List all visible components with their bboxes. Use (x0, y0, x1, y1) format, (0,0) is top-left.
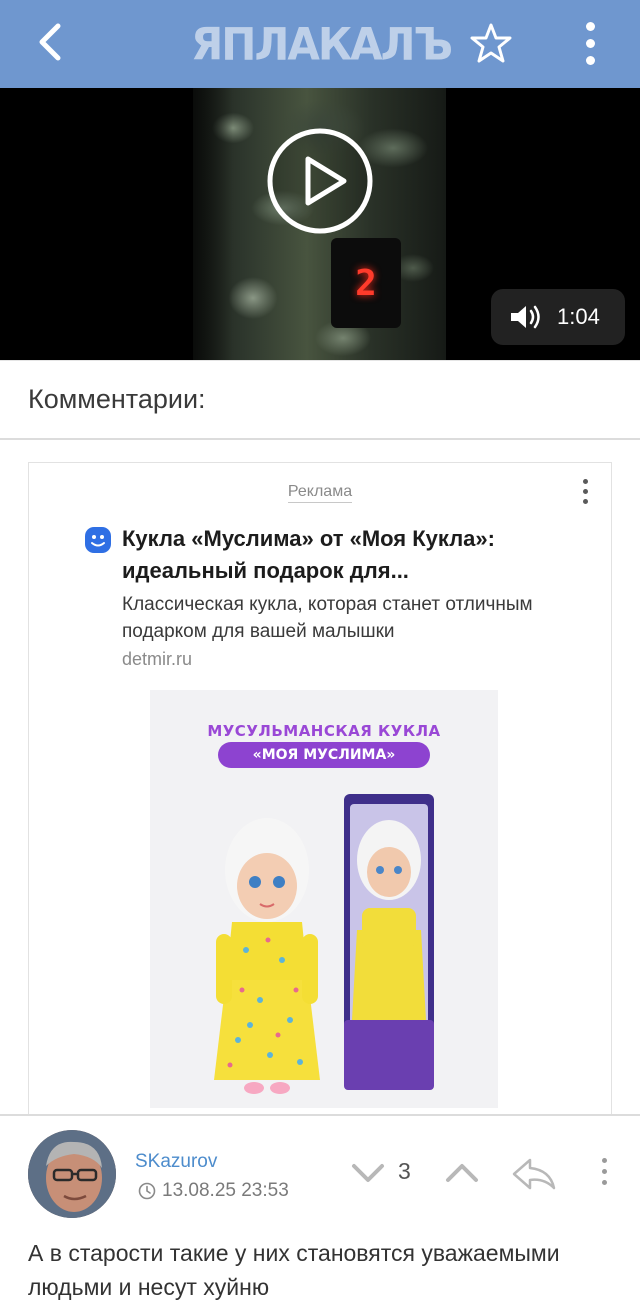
favorite-button[interactable] (462, 14, 520, 72)
play-icon[interactable] (266, 127, 374, 235)
comments-section-header: Комментарии: (0, 360, 640, 440)
comment-date: 13.08.25 23:53 (138, 1180, 289, 1202)
comment-author[interactable]: SKazurov (135, 1151, 217, 1173)
video-player[interactable]: 2 1:04 (0, 88, 640, 360)
top-app-bar: ЯПЛАКАЛЪ (0, 0, 640, 88)
avatar[interactable] (28, 1130, 116, 1218)
advertiser-icon (85, 527, 111, 553)
doll-illustration (214, 794, 434, 1094)
star-icon (470, 23, 512, 63)
comment-menu-button[interactable] (596, 1158, 612, 1192)
dot (585, 55, 595, 65)
ad-label: Реклама (29, 483, 611, 503)
back-button[interactable] (22, 14, 78, 70)
dot (585, 21, 595, 31)
comments-heading: Комментарии: (28, 384, 206, 414)
chevron-left-icon (39, 23, 61, 61)
video-duration: 1:04 (557, 304, 600, 329)
more-options-button[interactable] (566, 14, 614, 72)
user-photo (28, 1130, 116, 1218)
volume-icon[interactable] (509, 304, 543, 330)
ad-card[interactable]: Реклама Кукла «Муслима» от «Моя Кукла»: … (28, 462, 612, 1114)
duration-badge[interactable]: 1:04 (491, 289, 625, 345)
ad-description: Классическая кукла, которая станет отлич… (122, 594, 533, 642)
dot (585, 38, 595, 48)
comment-divider (0, 1114, 640, 1116)
ad-domain[interactable]: detmir.ru (122, 649, 192, 670)
clock-icon (138, 1182, 156, 1200)
ad-menu-button[interactable] (575, 479, 595, 519)
elevator-floor-display: 2 (331, 238, 401, 328)
reply-icon[interactable] (510, 1156, 558, 1192)
ad-title[interactable]: Кукла «Муслима» от «Моя Кукла»: идеальны… (122, 523, 592, 587)
vote-up-icon[interactable] (444, 1158, 480, 1188)
site-logo[interactable]: ЯПЛАКАЛЪ (191, 18, 453, 70)
vote-down-icon[interactable] (350, 1158, 386, 1188)
ad-image[interactable]: МУСУЛЬМАНСКАЯ КУКЛА «МОЯ МУСЛИМА» (150, 690, 498, 1108)
comment-rating: 3 (398, 1158, 411, 1184)
comment-text: А в старости такие у них становятся уваж… (28, 1240, 560, 1300)
